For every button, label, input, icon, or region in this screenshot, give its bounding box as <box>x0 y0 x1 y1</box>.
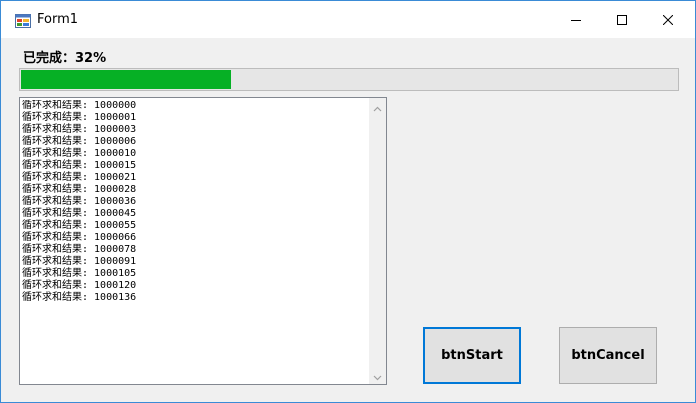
progress-label: 已完成：32% <box>23 51 107 66</box>
log-line: 循环求和结果: 1000120 <box>22 280 137 291</box>
log-lines: 循环求和结果: 1000000 循环求和结果: 1000001 循环求和结果: 10… <box>22 100 367 304</box>
log-line: 循环求和结果: 1000078 <box>22 244 137 255</box>
log-line: 循环求和结果: 1000006 <box>22 136 137 147</box>
close-button[interactable] <box>645 1 691 38</box>
log-line: 循环求和结果: 1000036 <box>22 196 137 207</box>
progress-fill <box>21 70 231 89</box>
log-line: 循环求和结果: 1000055 <box>22 220 137 231</box>
log-line: 循环求和结果: 1000015 <box>22 160 137 171</box>
main-window: Form1 已完成：32% 循环求和结果: 1000000 循环求和结果: 100… <box>0 0 696 403</box>
log-line: 循环求和结果: 1000105 <box>22 268 137 279</box>
log-textbox[interactable]: 循环求和结果: 1000000 循环求和结果: 1000001 循环求和结果: 10… <box>19 97 387 385</box>
minimize-button[interactable] <box>553 1 599 38</box>
log-line: 循环求和结果: 1000091 <box>22 256 137 267</box>
minimize-icon <box>571 15 581 25</box>
progress-bar <box>19 68 679 91</box>
title-bar[interactable]: Form1 <box>1 1 695 38</box>
vertical-scrollbar[interactable] <box>369 98 386 384</box>
close-icon <box>663 14 673 25</box>
scroll-up-button[interactable] <box>369 98 386 115</box>
log-line: 循环求和结果: 1000066 <box>22 232 137 243</box>
log-line: 循环求和结果: 1000003 <box>22 124 137 135</box>
window-title: Form1 <box>37 12 79 27</box>
maximize-icon <box>617 14 627 25</box>
log-line: 循环求和结果: 1000010 <box>22 148 137 159</box>
log-line: 循环求和结果: 1000045 <box>22 208 137 219</box>
app-icon <box>15 13 31 28</box>
scroll-down-button[interactable] <box>369 367 386 384</box>
maximize-button[interactable] <box>599 1 645 38</box>
log-line: 循环求和结果: 1000028 <box>22 184 137 195</box>
log-line: 循环求和结果: 1000000 <box>22 100 137 111</box>
log-line: 循环求和结果: 1000001 <box>22 112 137 123</box>
chevron-down-icon <box>373 366 382 385</box>
cancel-button[interactable]: btnCancel <box>559 327 657 384</box>
chevron-up-icon <box>373 97 382 116</box>
log-line: 循环求和结果: 1000021 <box>22 172 137 183</box>
log-line: 循环求和结果: 1000136 <box>22 292 137 303</box>
start-button[interactable]: btnStart <box>423 327 521 384</box>
